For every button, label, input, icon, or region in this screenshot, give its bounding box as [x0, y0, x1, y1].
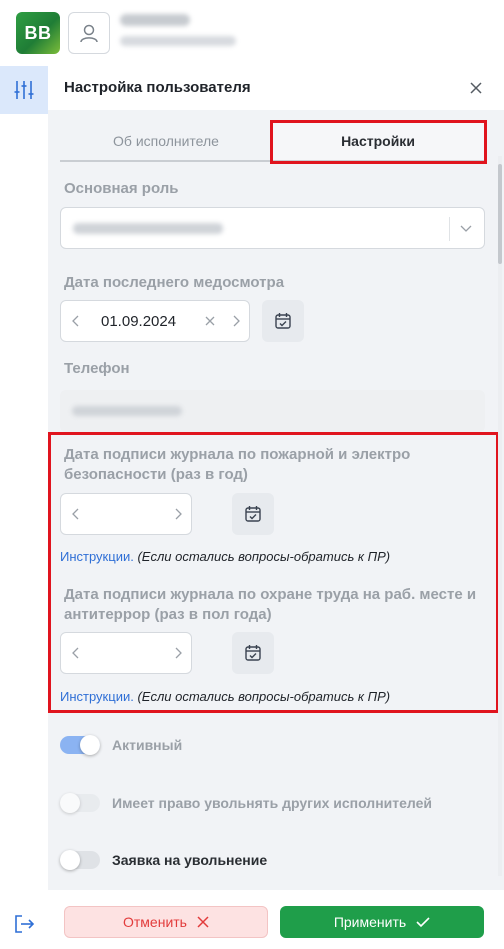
labor-safety-calendar-button[interactable] — [232, 632, 274, 674]
toggle-can-dismiss-row: Имеет право увольнять других исполнителе… — [60, 792, 432, 814]
phone-field — [60, 390, 485, 432]
calendar-icon — [245, 506, 261, 522]
tab-about[interactable]: Об исполнителе — [60, 122, 272, 162]
user-settings-panel: Настройка пользователя Об исполнителе На… — [48, 66, 504, 949]
toggle-knob — [60, 850, 80, 870]
chevron-right-icon[interactable] — [229, 314, 243, 328]
medical-date-value[interactable]: 01.09.2024 — [101, 313, 176, 330]
chevron-left-icon[interactable] — [69, 314, 83, 328]
phone-value — [72, 406, 182, 416]
fire-safety-note: (Если остались вопросы-обратись к ПР) — [137, 549, 391, 564]
fire-safety-help: Инструкции. (Если остались вопросы-обрат… — [60, 549, 390, 564]
medical-calendar-button[interactable] — [262, 300, 304, 342]
can-dismiss-toggle[interactable] — [60, 793, 100, 813]
fire-safety-date-field[interactable] — [60, 493, 192, 535]
toggle-knob — [80, 735, 100, 755]
close-button[interactable] — [468, 80, 484, 96]
phone-label: Телефон — [64, 360, 130, 377]
clear-icon[interactable] — [203, 314, 217, 328]
labor-safety-instructions-link[interactable]: Инструкции. — [60, 689, 134, 704]
user-icon — [80, 24, 98, 43]
fire-safety-calendar-button[interactable] — [232, 493, 274, 535]
panel-header: Настройка пользователя — [48, 66, 504, 110]
top-bar: BB — [0, 0, 504, 66]
role-label: Основная роль — [64, 180, 179, 197]
panel-body: Об исполнителе Настройки Основная роль Д… — [48, 110, 504, 890]
left-rail — [0, 66, 48, 949]
role-select[interactable] — [60, 207, 485, 249]
logout-icon — [15, 915, 35, 933]
active-toggle-label: Активный — [112, 737, 183, 753]
fire-safety-instructions-link[interactable]: Инструкции. — [60, 549, 134, 564]
app-logo[interactable]: BB — [16, 12, 60, 54]
close-icon — [197, 916, 209, 928]
toggle-dismissal-request-row: Заявка на увольнение — [60, 849, 267, 871]
scrollbar-thumb[interactable] — [498, 164, 502, 264]
dismissal-request-toggle[interactable] — [60, 850, 100, 870]
user-name — [120, 14, 190, 26]
check-icon — [416, 916, 430, 928]
user-avatar[interactable] — [68, 12, 110, 54]
toggle-knob — [60, 793, 80, 813]
can-dismiss-toggle-label: Имеет право увольнять других исполнителе… — [112, 795, 433, 811]
medical-label: Дата последнего медосмотра — [64, 274, 285, 291]
chevron-left-icon[interactable] — [69, 507, 83, 521]
apply-button[interactable]: Применить — [280, 906, 484, 938]
panel-footer: Отменить Применить — [48, 890, 504, 949]
calendar-icon — [245, 645, 261, 661]
labor-safety-help: Инструкции. (Если остались вопросы-обрат… — [60, 689, 390, 704]
rail-settings-button[interactable] — [0, 66, 48, 114]
dismissal-request-toggle-label: Заявка на увольнение — [112, 852, 268, 868]
scrollbar-track[interactable] — [498, 156, 502, 876]
select-divider — [449, 217, 450, 241]
labor-safety-label: Дата подписи журнала по охране труда на … — [64, 586, 477, 623]
chevron-down-icon[interactable] — [458, 220, 474, 236]
cancel-button-label: Отменить — [123, 914, 187, 930]
chevron-right-icon[interactable] — [171, 646, 185, 660]
logout-button[interactable] — [12, 912, 36, 936]
user-role — [120, 36, 236, 46]
fire-safety-label: Дата подписи журнала по пожарной и элект… — [64, 446, 411, 483]
toggle-active-row: Активный — [60, 734, 182, 756]
cancel-button[interactable]: Отменить — [64, 906, 268, 938]
medical-date-field[interactable]: 01.09.2024 — [60, 300, 250, 342]
tab-settings[interactable]: Настройки — [272, 122, 484, 162]
calendar-icon — [275, 313, 291, 329]
labor-safety-date-field[interactable] — [60, 632, 192, 674]
panel-title: Настройка пользователя — [64, 79, 251, 96]
active-toggle[interactable] — [60, 735, 100, 755]
close-icon — [470, 82, 482, 94]
labor-safety-note: (Если остались вопросы-обратись к ПР) — [137, 689, 391, 704]
apply-button-label: Применить — [333, 914, 407, 930]
chevron-right-icon[interactable] — [171, 507, 185, 521]
sliders-icon — [14, 81, 34, 99]
chevron-left-icon[interactable] — [69, 646, 83, 660]
role-value — [73, 223, 223, 234]
